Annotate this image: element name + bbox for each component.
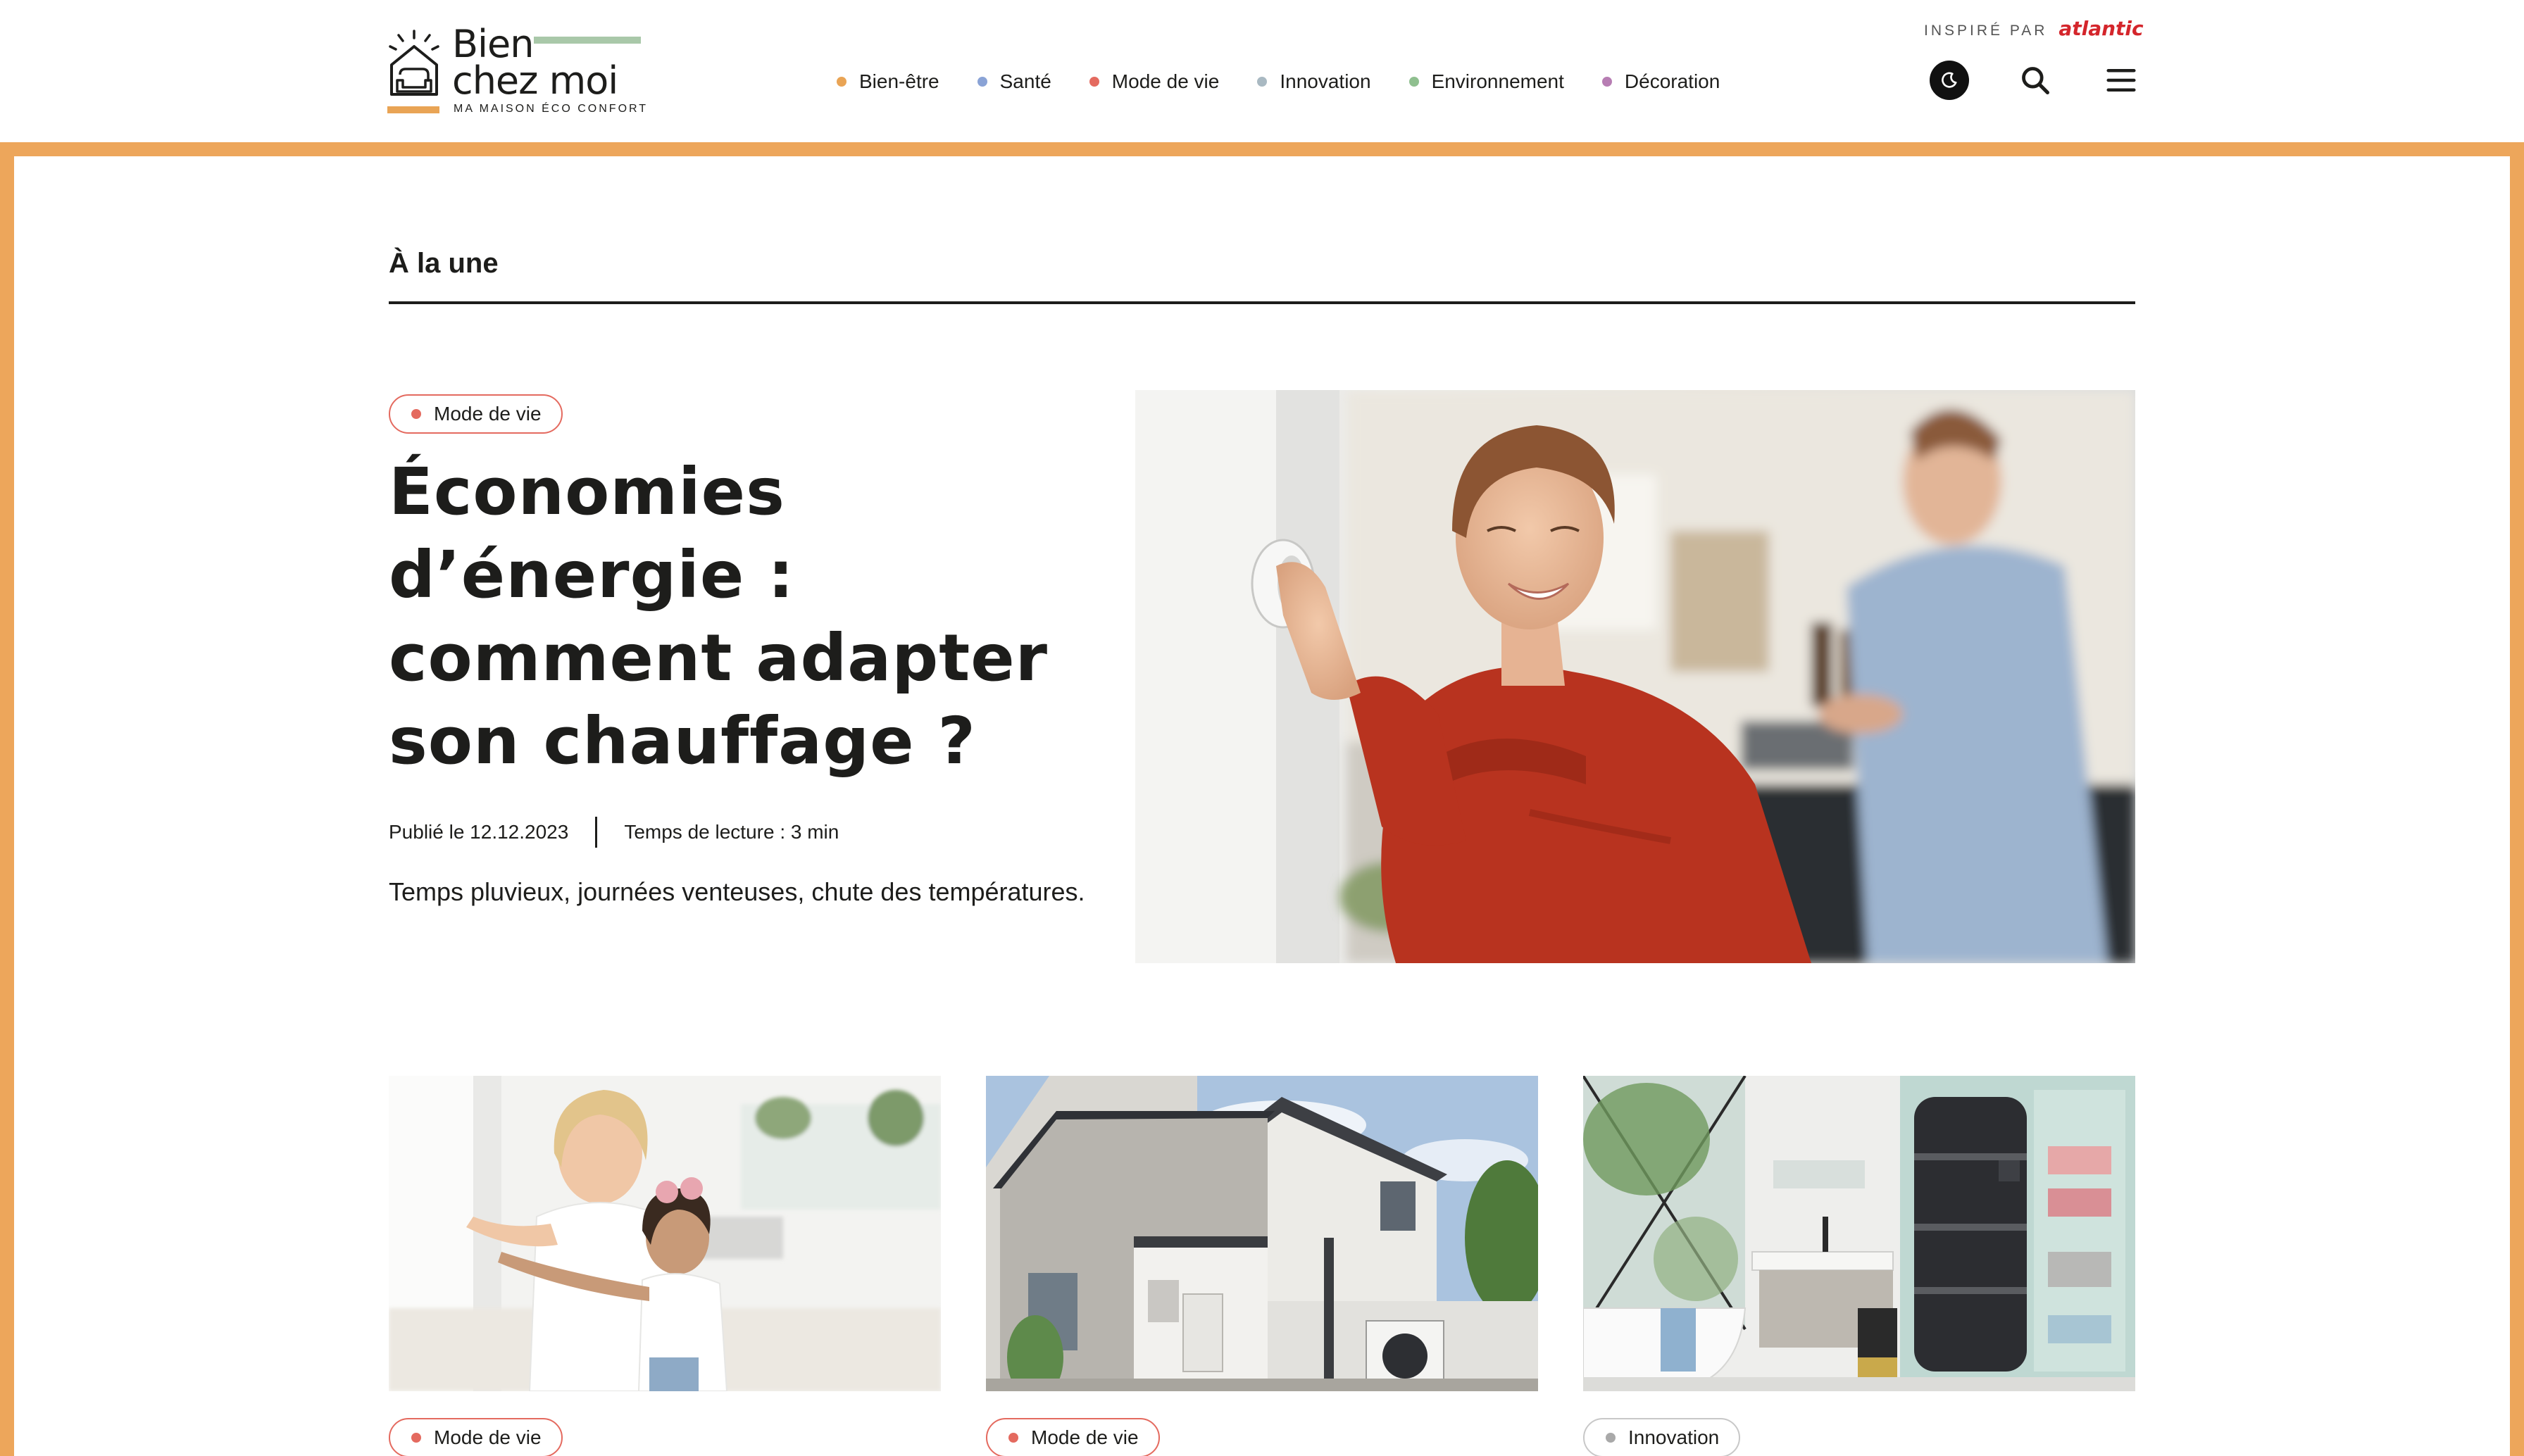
- nav-item-decoration[interactable]: Décoration: [1601, 70, 1720, 93]
- article-card-image-3[interactable]: [1583, 1076, 2135, 1391]
- nav-item-mode-de-vie[interactable]: Mode de vie: [1089, 70, 1220, 93]
- tag-label: Innovation: [1628, 1426, 1720, 1448]
- hero-article-title[interactable]: Économies d’énergie : comment adapter so…: [389, 451, 1107, 783]
- nav-item-label: Mode de vie: [1111, 70, 1220, 92]
- nav-item-bien-etre[interactable]: Bien-être: [837, 70, 939, 93]
- category-dot-icon: [1606, 1433, 1616, 1443]
- hero-article-excerpt: Temps pluvieux, journées venteuses, chut…: [389, 877, 1085, 906]
- category-dot-icon: [977, 77, 987, 87]
- inspired-by[interactable]: INSPIRÉ PAR atlantic: [1924, 17, 2144, 40]
- tag-label: Mode de vie: [434, 403, 542, 425]
- category-dot-icon: [1089, 77, 1099, 87]
- category-dot-icon: [837, 77, 846, 87]
- moon-icon: [1942, 72, 1957, 88]
- atlantic-brand-logo: atlantic: [2058, 17, 2144, 40]
- logo-word-chez-moi: chez moi: [452, 58, 618, 103]
- hero-category-tag[interactable]: Mode de vie: [389, 394, 563, 434]
- category-dot-icon: [411, 1433, 421, 1443]
- menu-button[interactable]: [2101, 61, 2141, 100]
- hero-article-meta: Publié le 12.12.2023 Temps de lecture : …: [389, 817, 839, 848]
- inspired-by-prefix: INSPIRÉ PAR: [1924, 23, 2048, 39]
- logo-accent-orange: [387, 106, 439, 113]
- category-dot-icon: [1601, 77, 1612, 87]
- reading-time: Temps de lecture : 3 min: [624, 821, 839, 843]
- article-card-image-2[interactable]: [986, 1076, 1538, 1391]
- tag-label: Mode de vie: [1031, 1426, 1139, 1448]
- hero-article-image[interactable]: [1135, 390, 2135, 963]
- card-2-category-tag[interactable]: Mode de vie: [986, 1418, 1160, 1456]
- meta-separator: [595, 817, 598, 848]
- tag-label: Mode de vie: [434, 1426, 542, 1448]
- article-card-image-1[interactable]: [389, 1076, 941, 1391]
- card-3-category-tag[interactable]: Innovation: [1583, 1418, 1741, 1456]
- bathroom-radiator-photo: [1583, 1076, 2135, 1391]
- dark-mode-toggle[interactable]: [1930, 61, 1969, 100]
- category-dot-icon: [1257, 77, 1268, 87]
- site-logo[interactable]: Bien chez moi MA MAISON ÉCO CONFORT: [386, 25, 646, 117]
- nav-item-innovation[interactable]: Innovation: [1257, 70, 1371, 93]
- frame-border-top: [0, 142, 2524, 156]
- published-date: Publié le 12.12.2023: [389, 821, 569, 843]
- site-header: Bien chez moi MA MAISON ÉCO CONFORT INSP…: [0, 0, 2524, 142]
- section-title: À la une: [389, 248, 499, 279]
- search-icon: [2022, 67, 2049, 94]
- frame-border-left: [0, 142, 14, 1456]
- house-logo-icon: [389, 30, 439, 96]
- logo-word-bien: Bien: [452, 22, 534, 66]
- frame-border-right: [2510, 142, 2524, 1456]
- nav-item-label: Bien-être: [859, 70, 939, 92]
- logo-accent-green: [534, 37, 641, 44]
- category-dot-icon: [411, 409, 421, 419]
- thermostat-photo: [1135, 390, 2135, 963]
- family-thermostat-photo: [389, 1076, 941, 1391]
- nav-item-environnement[interactable]: Environnement: [1408, 70, 1564, 93]
- nav-item-sante[interactable]: Santé: [977, 70, 1051, 93]
- house-heatpump-photo: [986, 1076, 1538, 1391]
- nav-item-label: Innovation: [1280, 70, 1371, 92]
- section-divider: [389, 301, 2135, 304]
- logo-tagline: MA MAISON ÉCO CONFORT: [454, 103, 649, 115]
- nav-item-label: Santé: [999, 70, 1051, 92]
- search-button[interactable]: [2016, 61, 2055, 100]
- main-nav: Bien-être Santé Mode de vie Innovation E…: [837, 69, 1758, 94]
- category-dot-icon: [1408, 77, 1419, 87]
- nav-item-label: Décoration: [1624, 70, 1720, 92]
- category-dot-icon: [1008, 1433, 1018, 1443]
- nav-item-label: Environnement: [1431, 70, 1564, 92]
- card-1-category-tag[interactable]: Mode de vie: [389, 1418, 563, 1456]
- menu-icon: [2106, 69, 2136, 92]
